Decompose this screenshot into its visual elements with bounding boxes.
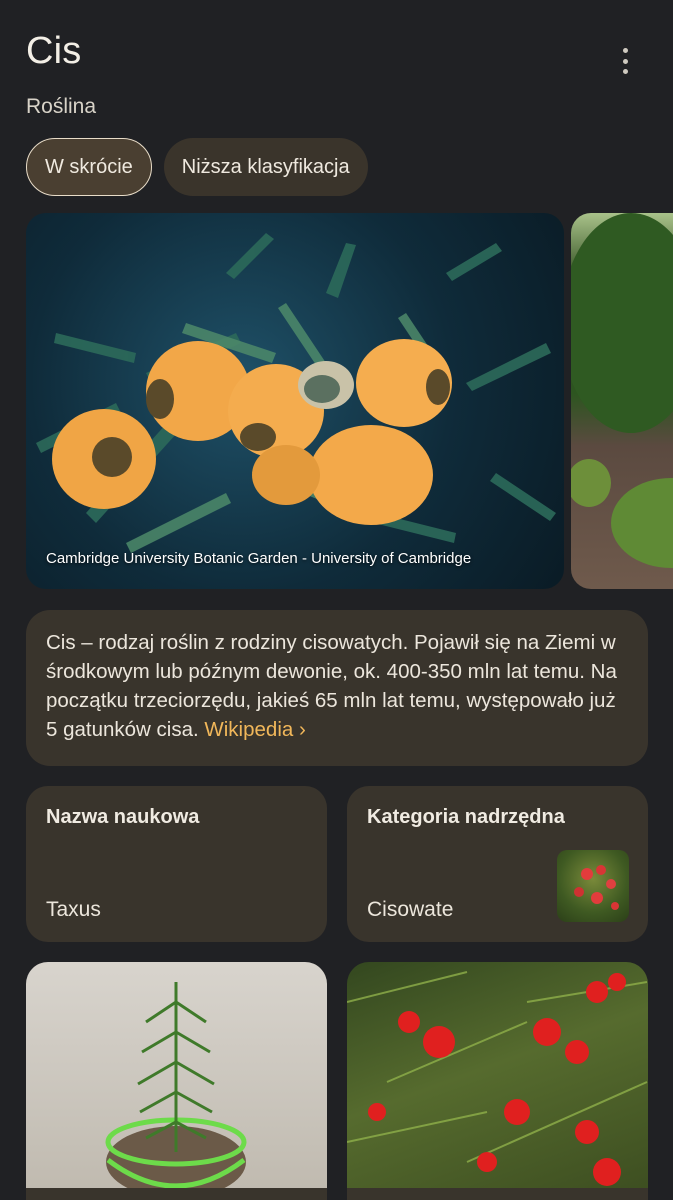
- parent-category-value: Cisowate: [367, 898, 454, 921]
- red-yew-berries-illustration: [347, 971, 648, 1186]
- menu-dot: [622, 69, 628, 74]
- menu-dot: [622, 58, 628, 64]
- description-card: Cis – rodzaj roślin z rodziny cisowatych…: [26, 610, 648, 766]
- chevron-right-icon: ›: [298, 718, 306, 741]
- red-berries-photo[interactable]: [347, 962, 648, 1200]
- tile-caption-strip: [26, 1188, 327, 1200]
- photo-source-caption: Cambridge University Botanic Garden - Un…: [46, 550, 472, 567]
- knowledge-panel: Cis Roślina W skrócie Niższa klasyfikacj…: [0, 0, 673, 1200]
- tab-overview[interactable]: W skrócie: [26, 138, 152, 196]
- yew-shrub-illustration: [571, 213, 673, 568]
- potted-yew-photo[interactable]: [26, 962, 327, 1200]
- yew-berries-illustration: [36, 233, 556, 553]
- scientific-name-label: Nazwa naukowa: [46, 806, 200, 828]
- parent-category-thumbnail: [557, 850, 629, 922]
- scientific-name-card: Nazwa naukowa Taxus: [26, 786, 327, 942]
- menu-dot: [622, 48, 628, 53]
- tab-bar: W skrócie Niższa klasyfikacja: [26, 138, 368, 196]
- more-options-icon[interactable]: [617, 48, 633, 74]
- page-subtitle: Roślina: [26, 95, 97, 118]
- wikipedia-link-label: Wikipedia: [204, 718, 294, 741]
- description-text: Cis – rodzaj roślin z rodziny cisowatych…: [46, 631, 617, 741]
- tab-lower-classification[interactable]: Niższa klasyfikacja: [163, 138, 368, 196]
- page-title: Cis: [26, 30, 82, 72]
- yew-berries-photo[interactable]: Cambridge University Botanic Garden - Un…: [26, 213, 564, 589]
- wikipedia-link[interactable]: Wikipedia ›: [204, 718, 305, 741]
- image-carousel[interactable]: Cambridge University Botanic Garden - Un…: [26, 213, 673, 589]
- tile-caption-strip: [347, 1188, 648, 1200]
- yew-shrub-photo[interactable]: [571, 213, 673, 589]
- parent-category-card[interactable]: Kategoria nadrzędna Cisowate: [347, 786, 648, 942]
- parent-category-label: Kategoria nadrzędna: [367, 806, 565, 828]
- potted-seedling-illustration: [105, 982, 247, 1198]
- scientific-name-value: Taxus: [46, 898, 101, 921]
- header: Cis Roślina: [26, 30, 647, 119]
- red-berries-illustration: [574, 865, 619, 910]
